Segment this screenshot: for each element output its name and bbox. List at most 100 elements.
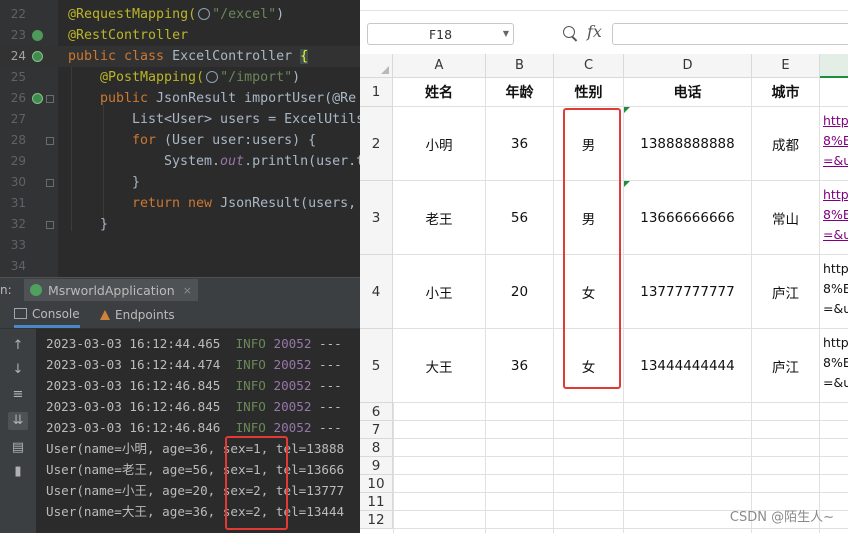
cell-city[interactable]: 常山 xyxy=(752,181,820,255)
zoom-icon[interactable] xyxy=(563,26,575,38)
cell-age[interactable]: 36 xyxy=(486,107,554,181)
row-header[interactable]: 7 xyxy=(360,421,393,439)
console-toolbar: ↑ ↓ ≡ ⇊ ▤ ▮ xyxy=(0,329,36,533)
fold-icon[interactable] xyxy=(46,137,54,145)
line-number: 28 xyxy=(10,133,26,147)
code-line: 31 return new JsonResult(users, xyxy=(0,193,360,214)
trash-icon[interactable]: ▮ xyxy=(8,463,28,481)
user-output-line: User(name=大王, age=36, sex=2, tel=13444 xyxy=(46,504,345,519)
log-line: 2023-03-03 16:12:46.845 INFO 20052 --- xyxy=(46,399,342,414)
scroll-end-icon[interactable]: ⇊ xyxy=(8,412,28,430)
row-header[interactable]: 4 xyxy=(360,255,393,329)
cell-header-city[interactable]: 城市 xyxy=(752,78,820,107)
close-icon[interactable]: × xyxy=(183,284,192,297)
column-header-c[interactable]: C xyxy=(554,54,624,78)
code-line: 22 @RequestMapping("/excel") xyxy=(0,4,360,25)
run-config-label: MsrworldApplication xyxy=(48,282,175,298)
spring-bean-icon[interactable] xyxy=(32,93,43,104)
cell-tel[interactable]: 13777777777 xyxy=(624,255,752,329)
row-header[interactable]: 9 xyxy=(360,457,393,475)
cell-name[interactable]: 大王 xyxy=(393,329,486,403)
tab-console[interactable]: Console xyxy=(14,302,80,328)
cell-age[interactable]: 36 xyxy=(486,329,554,403)
annotation: @PostMapping( xyxy=(100,70,205,85)
row-header[interactable]: 1 xyxy=(360,78,393,107)
code-text: ) xyxy=(276,7,285,22)
row-header[interactable]: 2 xyxy=(360,107,393,181)
cell[interactable] xyxy=(820,78,848,107)
cell-link[interactable]: http 8%E =&u xyxy=(820,107,848,181)
link-text[interactable]: 8%E xyxy=(823,131,848,151)
cell-tel[interactable]: 13888888888 xyxy=(624,107,752,181)
row-header[interactable]: 11 xyxy=(360,493,393,511)
print-icon[interactable]: ▤ xyxy=(8,439,28,457)
cell-tel[interactable]: 13444444444 xyxy=(624,329,752,403)
name-box[interactable]: F18 ▼ xyxy=(367,23,514,45)
down-arrow-icon[interactable]: ↓ xyxy=(8,361,28,379)
spring-bean-icon[interactable] xyxy=(32,51,43,62)
cell-header-age[interactable]: 年龄 xyxy=(486,78,554,107)
select-all-corner[interactable] xyxy=(360,54,393,78)
wrap-icon[interactable]: ≡ xyxy=(8,386,28,404)
cell-age[interactable]: 56 xyxy=(486,181,554,255)
class-name: ExcelController xyxy=(172,49,301,64)
fold-icon[interactable] xyxy=(46,221,54,229)
cell-city[interactable]: 庐江 xyxy=(752,255,820,329)
cell-name[interactable]: 小王 xyxy=(393,255,486,329)
fold-icon[interactable] xyxy=(46,179,54,187)
formula-input[interactable] xyxy=(612,23,848,45)
line-number: 32 xyxy=(10,217,26,231)
row-header[interactable]: 12 xyxy=(360,511,393,529)
annotation: @RestController xyxy=(68,28,189,43)
up-arrow-icon[interactable]: ↑ xyxy=(8,337,28,355)
console-output[interactable]: 2023-03-03 16:12:44.465 INFO 20052 --- 2… xyxy=(36,329,360,533)
row-header[interactable]: 6 xyxy=(360,403,393,421)
code-editor[interactable]: 22 @RequestMapping("/excel") 23 @RestCon… xyxy=(0,0,360,277)
line-number: 27 xyxy=(10,112,26,126)
url-text: http xyxy=(823,261,848,276)
fold-icon[interactable] xyxy=(46,95,54,103)
cell-city[interactable]: 成都 xyxy=(752,107,820,181)
tab-endpoints-label: Endpoints xyxy=(115,308,175,322)
text-number-indicator xyxy=(624,181,630,187)
line-number: 29 xyxy=(10,154,26,168)
link-text[interactable]: =&u xyxy=(823,151,848,171)
cell-header-tel[interactable]: 电话 xyxy=(624,78,752,107)
cell-name[interactable]: 小明 xyxy=(393,107,486,181)
code-line: 32 } xyxy=(0,214,360,235)
globe-icon xyxy=(206,71,219,83)
url-text: =&u xyxy=(823,301,848,316)
row-header[interactable]: 8 xyxy=(360,439,393,457)
cell-header-name[interactable]: 姓名 xyxy=(393,78,486,107)
code-line: 28 for (User user:users) { xyxy=(0,130,360,151)
line-number: 25 xyxy=(10,70,26,84)
link-text[interactable]: http xyxy=(823,111,848,131)
column-header-d[interactable]: D xyxy=(624,54,752,78)
row-header[interactable]: 5 xyxy=(360,329,393,403)
cell-tel[interactable]: 13666666666 xyxy=(624,181,752,255)
run-config-tab[interactable]: MsrworldApplication × xyxy=(24,279,198,301)
cell-name[interactable]: 老王 xyxy=(393,181,486,255)
cell-age[interactable]: 20 xyxy=(486,255,554,329)
cell-city[interactable]: 庐江 xyxy=(752,329,820,403)
spring-app-icon xyxy=(30,284,42,296)
fx-icon[interactable]: fx xyxy=(587,22,602,41)
annotation: @RequestMapping( xyxy=(68,7,197,22)
link-text[interactable]: 8%E xyxy=(823,205,848,225)
row-header[interactable]: 3 xyxy=(360,181,393,255)
cell-header-sex[interactable]: 性别 xyxy=(554,78,624,107)
row-header[interactable]: 10 xyxy=(360,475,393,493)
column-header-f[interactable] xyxy=(820,54,848,78)
cell-url[interactable]: http 8%E =&u xyxy=(820,255,848,329)
cell-link[interactable]: http 8%E =&u xyxy=(820,181,848,255)
chevron-down-icon[interactable]: ▼ xyxy=(503,29,509,38)
link-text[interactable]: http xyxy=(823,185,848,205)
column-header-a[interactable]: A xyxy=(393,54,486,78)
column-header-b[interactable]: B xyxy=(486,54,554,78)
column-header-e[interactable]: E xyxy=(752,54,820,78)
cell-url[interactable]: http 8%E =&u xyxy=(820,329,848,403)
tab-endpoints[interactable]: Endpoints xyxy=(100,302,175,328)
console-icon xyxy=(14,308,27,319)
spring-bean-icon[interactable] xyxy=(32,30,43,41)
link-text[interactable]: =&u xyxy=(823,225,848,245)
